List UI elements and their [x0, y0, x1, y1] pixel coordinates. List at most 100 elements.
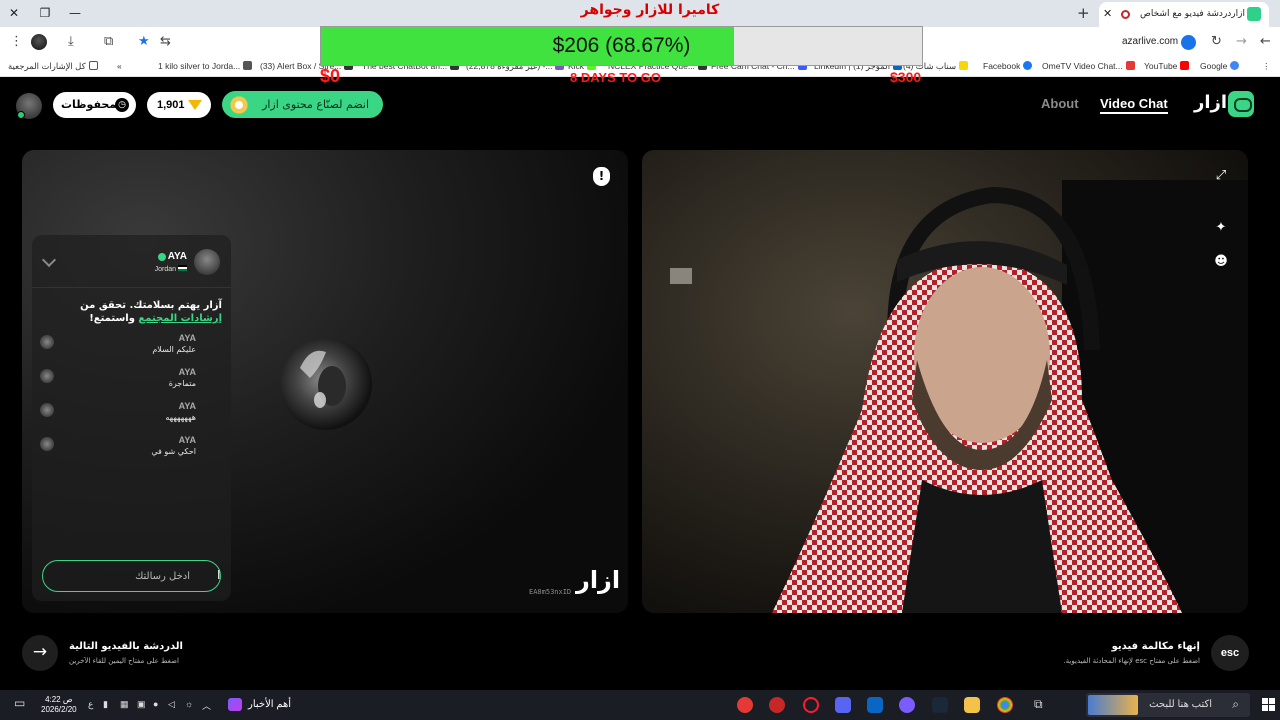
community-guidelines-link[interactable]: إرشادات المجتمع — [138, 313, 222, 324]
bookmark-item[interactable]: Google — [1200, 61, 1240, 71]
goal-amount-text: $206 (68.67%) — [552, 34, 691, 57]
close-window-icon[interactable]: ✕ — [3, 3, 25, 23]
donation-goal-bar: $206 (68.67%) — [320, 26, 923, 66]
chat-user-avatar[interactable] — [194, 249, 220, 275]
chat-panel: AYA Jordan آزار يهتم بسلامتك. تحقق من إر… — [32, 235, 231, 601]
steam-icon[interactable] — [932, 697, 948, 713]
online-status-dot — [17, 111, 25, 119]
clock-icon: ◷ — [115, 98, 129, 112]
sender-avatar — [40, 437, 54, 451]
file-explorer-icon[interactable] — [964, 697, 980, 713]
bookmark-item[interactable]: OmeTV Video Chat... — [1042, 61, 1135, 71]
chrome-icon[interactable] — [997, 697, 1013, 713]
effects-wand-icon[interactable]: ✦ — [1213, 220, 1229, 236]
menu-dots-icon[interactable]: ⋮ — [10, 34, 23, 49]
microphone-icon[interactable]: ● — [153, 699, 158, 709]
end-call-button[interactable]: esc — [1211, 635, 1249, 671]
brightness-icon[interactable]: ☼ — [185, 699, 193, 709]
task-view-icon[interactable]: ⧉ — [1034, 697, 1043, 712]
app-icon[interactable] — [737, 697, 753, 713]
nav-video-chat-link[interactable]: Video Chat — [1100, 96, 1168, 114]
recording-icon — [1121, 10, 1130, 19]
fullscreen-icon[interactable]: ⤢ — [1213, 168, 1229, 184]
news-widget-label[interactable]: أهم الأخبار — [248, 699, 291, 710]
creator-label: انضم لصنّاع محتوى ازار — [262, 98, 369, 111]
windows-start-icon[interactable] — [1262, 698, 1275, 711]
extension-icon[interactable] — [1181, 35, 1196, 50]
chat-message-input[interactable] — [42, 560, 221, 592]
join-creators-button[interactable]: انضم لصنّاع محتوى ازار — [222, 91, 383, 118]
bookmark-star-icon[interactable]: ★ — [138, 34, 150, 49]
azar-watermark-logo: ازار — [576, 566, 621, 594]
gems-button[interactable]: 1,901 — [147, 92, 211, 118]
sender-avatar — [40, 369, 54, 383]
stream-overlay-title: كاميرا للازار وجواهر — [580, 2, 720, 18]
chat-message: AYA هههههههه — [40, 401, 212, 422]
goal-days-left: 8 DAYS TO GO — [570, 70, 662, 85]
peer-profile-image — [280, 338, 372, 430]
chat-user-name: AYA — [167, 251, 187, 262]
tab-close-icon[interactable]: ✕ — [1103, 7, 1112, 20]
bookmarks-menu-icon[interactable]: ⋮ — [1262, 61, 1271, 72]
peer-video-panel: ! EA8m53nxID ازار AYA Jordan آزار يهتم ب… — [22, 150, 628, 613]
chat-message: AYA متماجرة — [40, 367, 212, 388]
saved-history-button[interactable]: المحفوظات ◷ — [53, 92, 136, 118]
bookmark-item[interactable]: Facebook — [983, 61, 1033, 71]
back-icon[interactable]: ← — [1260, 34, 1271, 49]
bookmark-item[interactable]: YouTube — [1144, 61, 1190, 71]
chat-message: AYA عليكم السلام — [40, 333, 212, 354]
safety-notice: آزار يهتم بسلامتك. تحقق من إرشادات المجت… — [80, 300, 222, 324]
discord-icon[interactable] — [835, 697, 851, 713]
address-bar-url[interactable]: azarlive.com — [1122, 36, 1178, 47]
next-video-hint: اضغط على مفتاح اليمين للقاء الآخرين — [69, 657, 179, 665]
app-icon[interactable] — [899, 697, 915, 713]
azar-app: المحفوظات ◷ 1,901 انضم لصنّاع محتوى ازار… — [0, 78, 1280, 690]
self-camera-panel: ⤢ ✦ ☻ — [642, 150, 1248, 613]
azar-logo-icon[interactable] — [1228, 91, 1254, 117]
text-cursor-icon: I — [217, 568, 221, 582]
gem-icon — [188, 100, 202, 110]
new-tab-icon[interactable]: + — [1077, 4, 1090, 22]
battery-icon[interactable]: ▮ — [103, 699, 108, 710]
next-video-title: الدردشة بالفيديو التالية — [69, 641, 183, 652]
camera-feed-image — [642, 150, 1248, 613]
volume-icon[interactable]: ◁ — [168, 699, 175, 710]
search-highlight-image — [1088, 695, 1138, 715]
forward-icon[interactable]: → — [1236, 34, 1247, 49]
minimize-window-icon[interactable]: — — [64, 3, 86, 23]
search-icon: ⌕ — [1232, 697, 1239, 711]
reload-icon[interactable]: ↻ — [1211, 34, 1222, 49]
notifications-icon[interactable]: ▭ — [14, 696, 25, 710]
nav-about-link[interactable]: About — [1041, 96, 1079, 111]
restore-window-icon[interactable]: ❐ — [34, 3, 56, 23]
next-video-button[interactable]: → — [22, 635, 58, 671]
sender-avatar — [40, 335, 54, 349]
download-icon[interactable]: ⤓ — [68, 34, 74, 49]
bookmark-item[interactable]: 1 kilo silver to Jorda... — [158, 61, 253, 71]
chevron-down-icon[interactable] — [41, 252, 57, 268]
extensions-icon[interactable]: ⧉ — [104, 34, 113, 49]
browser-tab-active[interactable]: ✕ أزار‏دردشة فيديو مع أشخاص — [1099, 2, 1269, 27]
display-icon[interactable]: ▣ — [137, 699, 146, 710]
network-icon[interactable]: ▦ — [120, 699, 129, 710]
opera-icon[interactable] — [803, 697, 819, 713]
face-filter-icon[interactable]: ☻ — [1213, 254, 1229, 270]
taskbar-search[interactable]: اكتب هنا للبحث ⌕ — [1086, 693, 1250, 717]
language-indicator[interactable]: ع — [88, 699, 93, 710]
site-settings-icon[interactable]: ⇆ — [160, 34, 171, 49]
bookmarks-overflow-icon[interactable]: « — [117, 61, 122, 71]
sender-avatar — [40, 403, 54, 417]
news-widget-icon[interactable] — [228, 698, 242, 711]
search-placeholder: اكتب هنا للبحث — [1149, 699, 1212, 710]
end-call-title: إنهاء مكالمة فيديو — [1111, 641, 1200, 652]
brand-name[interactable]: ازار — [1194, 92, 1227, 113]
app-icon[interactable] — [769, 697, 785, 713]
goal-start-label: $0 — [320, 66, 341, 86]
chevron-up-icon[interactable]: ︿ — [202, 699, 211, 712]
taskbar-clock[interactable]: 4:22 ص 2026/2/20 — [41, 695, 77, 715]
profile-avatar[interactable] — [31, 34, 47, 50]
linkedin-icon[interactable] — [867, 697, 883, 713]
chat-divider — [32, 287, 231, 288]
bookmark-item[interactable]: كل الإشارات المرجعية — [8, 61, 98, 72]
report-shield-icon[interactable]: ! — [593, 167, 610, 186]
